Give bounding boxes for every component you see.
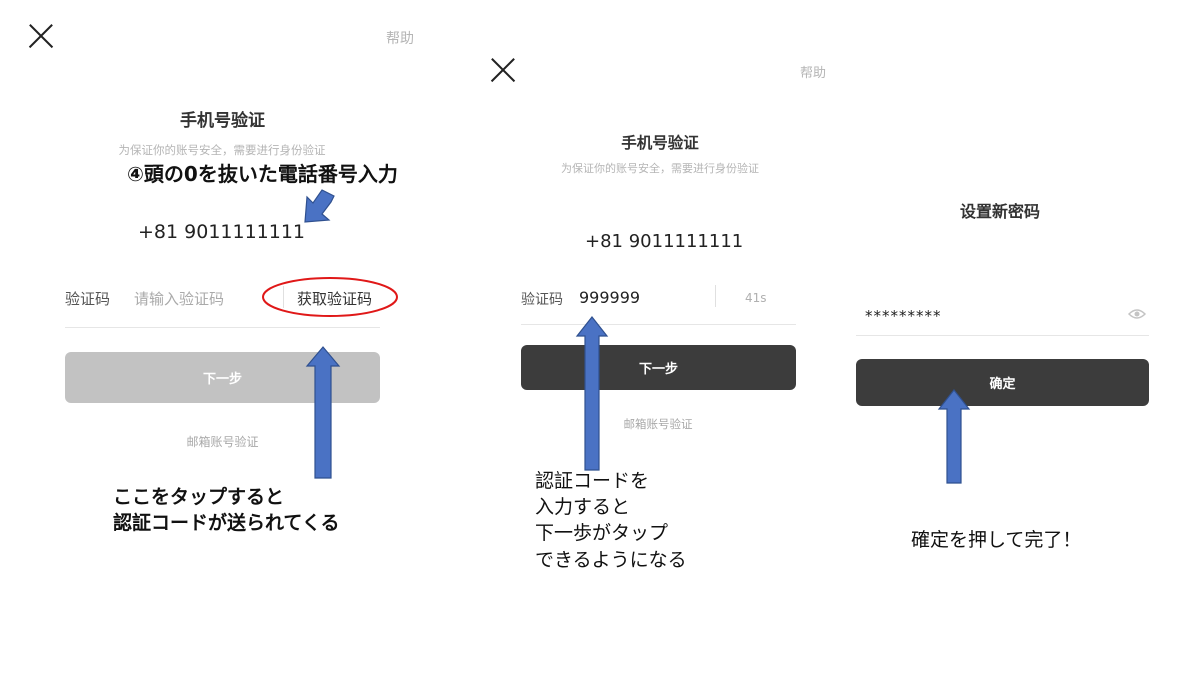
annotation-tap-note-2: 認証コードが送られてくる [113,512,340,534]
annotation-code-note-1: 認証コードを [535,470,650,492]
email-verify-link[interactable]: 邮箱账号验证 [558,416,758,432]
annotation-code-note-2: 入力すると [535,496,631,518]
code-input[interactable]: 999999 [579,288,640,307]
input-underline [521,324,796,325]
annotation-phone-note: ④頭の0を抜いた電話番号入力 [127,162,398,186]
next-button[interactable]: 下一步 [521,345,796,390]
page-title: 手机号验证 [180,111,265,131]
password-input[interactable]: ********* [865,307,942,325]
annotation-code-note-4: できるようになる [535,549,687,571]
input-underline [65,327,380,328]
get-code-button[interactable]: 获取验证码 [297,288,372,309]
countdown-timer: 41s [745,291,767,305]
divider [283,286,284,308]
page-subtitle: 为保证你的账号安全，需要进行身份验证 [118,143,326,157]
divider [715,285,716,307]
phone-number: +81 9011111111 [138,221,306,243]
close-icon[interactable] [28,24,54,50]
code-input[interactable]: 请输入验证码 [134,288,224,309]
code-label: 验证码 [65,290,111,308]
page-title: 手机号验证 [621,134,699,152]
arrow-down-left-icon [304,189,335,223]
page-title: 设置新密码 [959,202,1040,221]
help-link[interactable]: 帮助 [800,62,826,81]
annotation-tap-note-1: ここをタップすると [113,486,285,508]
confirm-button[interactable]: 确定 [856,359,1149,406]
next-button[interactable]: 下一步 [65,352,380,403]
page-subtitle: 为保证你的账号安全，需要进行身份验证 [561,162,759,175]
phone-number: +81 9011111111 [585,231,744,252]
close-icon[interactable] [490,58,512,80]
arrow-up-icon [575,316,609,471]
annotation-code-note-3: 下一歩がタップ [535,522,669,544]
help-link[interactable]: 帮助 [386,28,414,48]
eye-icon[interactable] [1127,305,1147,319]
code-label: 验证码 [521,292,563,308]
annotation-overlay [262,189,971,484]
email-verify-link[interactable]: 邮箱账号验证 [120,433,325,450]
annotation-done-note: 確定を押して完了！ [911,529,1082,551]
input-underline [856,335,1149,336]
